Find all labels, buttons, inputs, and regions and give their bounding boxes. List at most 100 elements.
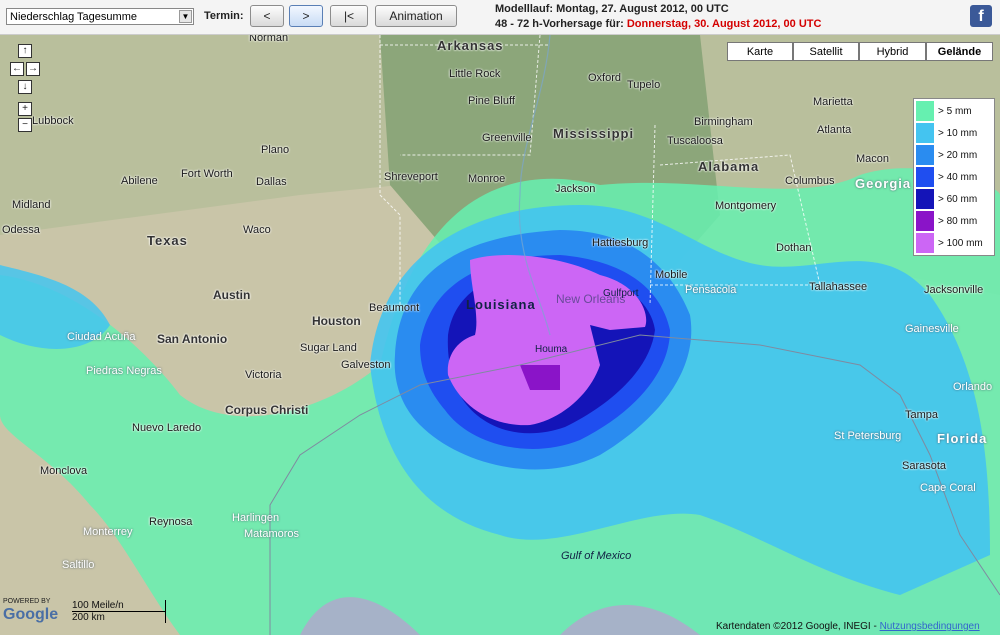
legend-swatch xyxy=(916,233,934,253)
first-button[interactable]: |< xyxy=(330,5,368,27)
city-label: Jacksonville xyxy=(924,284,984,296)
city-label: Montgomery xyxy=(715,200,777,212)
city-label: Jackson xyxy=(555,183,596,195)
city-label: Midland xyxy=(12,199,51,211)
chevron-down-icon[interactable]: ▼ xyxy=(179,10,192,23)
city-label: Oxford xyxy=(588,72,622,84)
map-type-karte[interactable]: Karte xyxy=(727,42,793,61)
city-label: Fort Worth xyxy=(181,168,233,180)
city-label: Tampa xyxy=(905,409,939,421)
legend-label: > 10 mm xyxy=(938,127,978,139)
terms-link[interactable]: Nutzungsbedingungen xyxy=(880,621,980,632)
pan-right-icon[interactable]: → xyxy=(26,62,40,76)
city-label: Monterrey xyxy=(83,526,133,538)
city-label: Monclova xyxy=(40,465,88,477)
legend-label: > 100 mm xyxy=(938,237,983,249)
map-attribution: Kartendaten ©2012 Google, INEGI - Nutzun… xyxy=(716,621,980,632)
city-label: Corpus Christi xyxy=(225,403,309,417)
legend-swatch xyxy=(916,145,934,165)
legend-row: > 10 mm xyxy=(916,122,992,144)
termin-label: Termin: xyxy=(204,10,244,22)
prev-button[interactable]: < xyxy=(250,5,284,27)
city-label: Tupelo xyxy=(627,79,661,91)
city-label: Mobile xyxy=(655,269,688,281)
legend-swatch xyxy=(916,101,934,121)
city-label: Sarasota xyxy=(902,460,947,472)
precip-legend: > 5 mm > 10 mm > 20 mm > 40 mm > 60 mm >… xyxy=(913,98,995,256)
animation-button[interactable]: Animation xyxy=(375,5,457,27)
city-label: Houston xyxy=(312,314,361,328)
city-label: Odessa xyxy=(2,224,40,236)
city-label: Austin xyxy=(213,288,251,302)
pan-left-icon[interactable]: ← xyxy=(10,62,24,76)
map-view[interactable]: Arkansas Mississippi Alabama Georgia Tex… xyxy=(0,35,1000,635)
city-label: Columbus xyxy=(785,175,835,187)
city-label: Birmingham xyxy=(694,116,753,128)
city-label: Macon xyxy=(856,153,890,165)
city-label: Matamoros xyxy=(244,528,300,540)
legend-label: > 5 mm xyxy=(938,105,972,117)
city-label: Atlanta xyxy=(817,124,852,136)
legend-row: > 20 mm xyxy=(916,144,992,166)
google-logo[interactable]: Google xyxy=(3,606,58,624)
state-label-mississippi: Mississippi xyxy=(553,126,635,141)
city-label: Tallahassee xyxy=(809,281,868,293)
legend-label: > 40 mm xyxy=(938,171,978,183)
city-label: Sugar Land xyxy=(300,342,357,354)
state-label-florida: Florida xyxy=(937,431,988,446)
powered-by-label: POWERED BY xyxy=(3,598,51,605)
city-label: Gainesville xyxy=(905,323,959,335)
city-label: Ciudad Acuña xyxy=(67,331,136,343)
model-run-info: Modelllauf: Montag, 27. August 2012, 00 … xyxy=(495,3,729,15)
forecast-date: Donnerstag, 30. August 2012, 00 UTC xyxy=(626,18,822,30)
legend-label: > 80 mm xyxy=(938,215,978,227)
city-label: San Antonio xyxy=(157,332,228,346)
legend-row: > 100 mm xyxy=(916,232,992,254)
product-select-value: Niederschlag Tagesumme xyxy=(10,11,137,23)
city-label: Marietta xyxy=(813,96,853,108)
pan-up-icon[interactable]: ↑ xyxy=(18,44,32,58)
city-label: Pine Bluff xyxy=(468,95,515,107)
city-label: Cape Coral xyxy=(920,482,976,494)
pan-down-icon[interactable]: ↓ xyxy=(18,80,32,94)
legend-row: > 40 mm xyxy=(916,166,992,188)
city-label: Plano xyxy=(261,144,290,156)
city-label: Waco xyxy=(243,224,271,236)
scale-km: 200 km xyxy=(72,612,166,623)
city-label: Pensacola xyxy=(685,284,737,296)
city-label: Galveston xyxy=(341,359,391,371)
city-label: Piedras Negras xyxy=(86,365,162,377)
city-label: Dallas xyxy=(256,176,287,188)
zoom-out-icon[interactable]: − xyxy=(18,118,32,132)
city-label: Houma xyxy=(535,344,568,355)
city-label: Tuscaloosa xyxy=(667,135,723,147)
city-label: Little Rock xyxy=(449,68,501,80)
state-label-texas: Texas xyxy=(147,233,188,248)
map-scale: 100 Meile/n 200 km xyxy=(72,600,166,623)
legend-row: > 80 mm xyxy=(916,210,992,232)
city-label: Gulfport xyxy=(603,288,639,299)
map-label-gulf: Gulf of Mexico xyxy=(561,550,632,562)
city-label: Lubbock xyxy=(32,115,74,127)
forecast-info: 48 - 72 h-Vorhersage für: Donnerstag, 30… xyxy=(495,18,821,30)
city-label: Norman xyxy=(249,35,289,44)
city-label: Dothan xyxy=(776,242,812,254)
city-label: Abilene xyxy=(121,175,158,187)
city-label: St Petersburg xyxy=(834,430,902,442)
legend-label: > 20 mm xyxy=(938,149,978,161)
legend-swatch xyxy=(916,167,934,187)
map-type-gelaende[interactable]: Gelände xyxy=(926,42,993,61)
forecast-prefix: 48 - 72 h-Vorhersage für: xyxy=(495,18,627,30)
city-label: Monroe xyxy=(468,173,506,185)
product-select[interactable]: Niederschlag Tagesumme ▼ xyxy=(6,8,194,25)
city-label: Orlando xyxy=(953,381,993,393)
map-type-satellit[interactable]: Satellit xyxy=(793,42,859,61)
facebook-icon[interactable]: f xyxy=(970,5,992,27)
next-button[interactable]: > xyxy=(289,5,323,27)
city-label: Shreveport xyxy=(384,171,438,183)
zoom-in-icon[interactable]: + xyxy=(18,102,32,116)
city-label: Saltillo xyxy=(62,559,95,571)
legend-swatch xyxy=(916,189,934,209)
map-type-hybrid[interactable]: Hybrid xyxy=(859,42,926,61)
city-label: Hattiesburg xyxy=(592,237,649,249)
